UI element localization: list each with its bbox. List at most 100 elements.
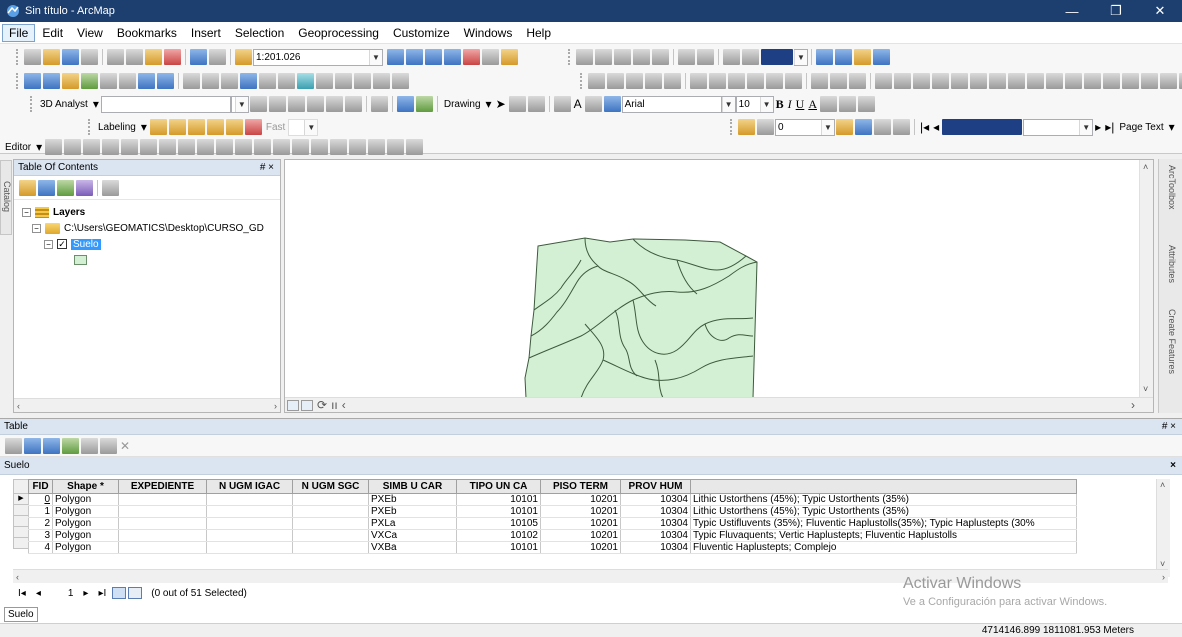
- menu-customize[interactable]: Customize: [386, 24, 457, 42]
- last-record-button[interactable]: ▸I: [98, 588, 106, 599]
- scroll-right-icon[interactable]: ›: [274, 401, 277, 411]
- cell-fid[interactable]: 1: [28, 505, 53, 518]
- drawing-menu[interactable]: Drawing: [444, 99, 481, 110]
- zoom-out-icon[interactable]: [43, 73, 60, 89]
- close-window-button[interactable]: ✕: [1138, 0, 1182, 22]
- current-record-value[interactable]: 1: [68, 588, 74, 599]
- map-topology-icon[interactable]: [697, 49, 714, 65]
- scroll-up-icon[interactable]: ˄: [1143, 162, 1148, 172]
- change-layout-icon[interactable]: [874, 119, 891, 135]
- cell-simb-u-car[interactable]: PXLa: [368, 517, 457, 530]
- select-elements-icon[interactable]: [221, 73, 238, 89]
- identify-icon[interactable]: [240, 73, 257, 89]
- table-row[interactable]: 4 Polygon VXBa 10101 10201 10304 Fluvent…: [28, 541, 1077, 554]
- cell-piso-term[interactable]: 10201: [540, 493, 621, 506]
- layout-view-button[interactable]: [287, 399, 299, 411]
- editor-toolbar-icon[interactable]: [387, 49, 404, 65]
- next-record-button[interactable]: ▸: [83, 588, 88, 599]
- search-window-icon[interactable]: [444, 49, 461, 65]
- row-selector-current[interactable]: ▶: [13, 494, 29, 505]
- cell-n-ugm-sgc[interactable]: [292, 529, 369, 542]
- rectangle-icon[interactable]: [553, 96, 571, 112]
- cell-description[interactable]: Typic Fluvaquents; Vertic Haplustepts; F…: [690, 529, 1077, 542]
- cell-tipo-un-ca[interactable]: 10101: [456, 493, 541, 506]
- chevron-down-icon[interactable]: ▼: [369, 49, 382, 65]
- column-header-tipo-un-ca[interactable]: TIPO UN CA: [456, 479, 541, 494]
- topology-icon[interactable]: [678, 49, 695, 65]
- arctoolbox-tab[interactable]: ArcToolbox: [1167, 165, 1177, 210]
- delete-icon[interactable]: [164, 49, 181, 65]
- editor-menu[interactable]: Editor: [5, 142, 31, 153]
- pause-labeling-icon[interactable]: [225, 119, 243, 135]
- profile-graph-icon[interactable]: [370, 96, 388, 112]
- collapse-icon[interactable]: −: [22, 207, 31, 217]
- cell-shape[interactable]: Polygon: [52, 493, 119, 506]
- find-route-icon[interactable]: [335, 73, 352, 89]
- viewer-window-icon[interactable]: [392, 73, 409, 89]
- map-canvas[interactable]: [285, 160, 1140, 398]
- show-all-records-button[interactable]: [112, 587, 127, 599]
- menu-insert[interactable]: Insert: [184, 24, 228, 42]
- cell-n-ugm-igac[interactable]: [206, 517, 293, 530]
- font-color-button[interactable]: A: [808, 97, 817, 112]
- cell-simb-u-car[interactable]: VXCa: [368, 529, 457, 542]
- cell-prov-hum[interactable]: 10304: [620, 505, 691, 518]
- data-driven-pages-icon[interactable]: [893, 119, 910, 135]
- toolbar-grip[interactable]: [16, 49, 20, 65]
- cell-description[interactable]: Typic Ustifluvents (35%); Fluventic Hapl…: [690, 517, 1077, 530]
- fill-color-icon[interactable]: [820, 96, 837, 112]
- data-view-icon[interactable]: [835, 49, 852, 65]
- clear-selection-icon[interactable]: [81, 437, 98, 454]
- column-header-n-ugm-sgc[interactable]: N UGM SGC: [292, 479, 369, 494]
- list-by-selection-icon[interactable]: [76, 179, 93, 196]
- line-of-sight-icon[interactable]: [287, 96, 305, 112]
- polygon-symbol-swatch[interactable]: [74, 255, 87, 265]
- cell-simb-u-car[interactable]: PXEb: [368, 505, 457, 518]
- menu-geoprocessing[interactable]: Geoprocessing: [291, 24, 386, 42]
- cell-n-ugm-sgc[interactable]: [292, 517, 369, 530]
- layout-view-icon[interactable]: [816, 49, 833, 65]
- soil-polygons[interactable]: [524, 237, 758, 398]
- arctoolbox-icon[interactable]: [463, 49, 480, 65]
- save-icon[interactable]: [62, 49, 79, 65]
- table-sheet-tab[interactable]: Suelo: [4, 607, 38, 622]
- modelbuilder-icon[interactable]: [501, 49, 518, 65]
- steepest-path-icon[interactable]: [268, 96, 286, 112]
- show-selected-records-button[interactable]: [128, 587, 143, 599]
- font-name-dropdown[interactable]: ▼: [721, 95, 736, 113]
- map-vertical-scrollbar[interactable]: ˄ ˅: [1139, 160, 1153, 398]
- cell-prov-hum[interactable]: 10304: [620, 517, 691, 530]
- maximize-button[interactable]: ❐: [1094, 0, 1138, 22]
- scroll-left-icon[interactable]: ‹: [16, 572, 19, 582]
- cell-n-ugm-igac[interactable]: [206, 505, 293, 518]
- catalog-tab[interactable]: Catalog: [0, 160, 12, 235]
- column-header-description[interactable]: [690, 479, 1077, 494]
- hyperlink-icon[interactable]: [259, 73, 276, 89]
- menu-windows[interactable]: Windows: [457, 24, 520, 42]
- bold-button[interactable]: B: [776, 97, 784, 112]
- menu-help[interactable]: Help: [519, 24, 558, 42]
- 3d-layer-combo[interactable]: [100, 95, 231, 113]
- font-name-combo[interactable]: Arial: [621, 95, 722, 113]
- line-color-icon[interactable]: [839, 96, 856, 112]
- menu-bookmarks[interactable]: Bookmarks: [110, 24, 184, 42]
- first-record-button[interactable]: I◂: [18, 588, 26, 599]
- list-by-drawing-order-icon[interactable]: [19, 179, 36, 196]
- page-selector-combo[interactable]: [942, 119, 1023, 135]
- scroll-right-icon[interactable]: ›: [1162, 572, 1165, 582]
- scroll-down-icon[interactable]: ˅: [1160, 559, 1165, 569]
- scroll-right-icon[interactable]: ›: [1131, 398, 1135, 412]
- cell-fid[interactable]: 0: [28, 493, 53, 506]
- previous-record-button[interactable]: ◂: [36, 588, 41, 599]
- zoom-to-elements-icon[interactable]: [527, 96, 545, 112]
- folder-node[interactable]: − C:\Users\GEOMATICS\Desktop\CURSO_GD: [22, 220, 280, 236]
- cell-expediente[interactable]: [118, 517, 207, 530]
- cell-piso-term[interactable]: 10201: [540, 517, 621, 530]
- 3d-analyst-menu[interactable]: 3D Analyst: [40, 99, 88, 110]
- add-data-icon[interactable]: [235, 49, 252, 65]
- lock-labels-icon[interactable]: [206, 119, 224, 135]
- undo-icon[interactable]: [190, 49, 207, 65]
- cell-expediente[interactable]: [118, 529, 207, 542]
- new-document-icon[interactable]: [24, 49, 41, 65]
- find-icon[interactable]: [316, 73, 333, 89]
